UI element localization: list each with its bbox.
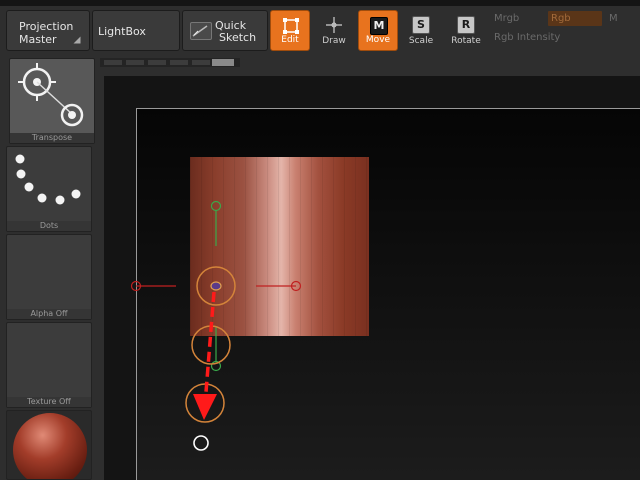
move-mode-label: Move <box>365 35 391 45</box>
scale-mode-button[interactable]: S Scale <box>401 10 441 51</box>
draw-mode-label: Draw <box>322 36 346 46</box>
lightbox-label: LightBox <box>98 25 146 38</box>
draw-mode-button[interactable]: Draw <box>314 10 354 51</box>
texture-label: Texture Off <box>7 397 91 407</box>
move-icon: M <box>370 17 388 35</box>
scroll-thumb[interactable] <box>212 59 234 66</box>
edit-mode-button[interactable]: Edit <box>270 10 310 51</box>
quick-sketch-label-line2: Sketch <box>219 31 257 44</box>
move-mode-button[interactable]: M Move <box>358 10 398 51</box>
rotate-mode-button[interactable]: R Rotate <box>446 10 486 51</box>
mesh-object[interactable] <box>190 157 369 336</box>
edit-mode-label: Edit <box>281 35 299 45</box>
rgb-toggle[interactable]: Rgb <box>548 11 602 26</box>
rgb-intensity-slider[interactable]: Rgb Intensity <box>494 32 560 43</box>
mrgb-toggle[interactable]: Mrgb <box>494 13 519 24</box>
material-sphere-icon <box>13 413 87 479</box>
top-status-bar <box>0 0 640 6</box>
scale-mode-label: Scale <box>408 36 434 46</box>
lightbox-button[interactable]: LightBox <box>92 10 180 51</box>
shelf-scroll-strip[interactable] <box>100 58 240 67</box>
projection-master-label-line2: Master <box>19 33 57 46</box>
transpose-label: Transpose <box>10 133 94 143</box>
dots-icon <box>15 154 81 205</box>
projection-master-button[interactable]: Projection Master <box>6 10 90 51</box>
sketch-icon <box>190 22 212 40</box>
edit-icon <box>282 17 300 35</box>
gizmo-center-handle[interactable] <box>210 281 222 291</box>
rotate-mode-label: Rotate <box>451 36 481 46</box>
dots-stroke-slot[interactable]: Dots <box>6 146 92 232</box>
dots-label: Dots <box>7 221 91 231</box>
projection-master-label-line1: Projection <box>19 20 74 33</box>
m-toggle[interactable]: M <box>609 13 618 24</box>
transpose-brush-slot[interactable]: Transpose <box>9 58 95 144</box>
material-slot[interactable] <box>6 410 92 480</box>
texture-slot[interactable]: Texture Off <box>6 322 92 408</box>
scale-icon: S <box>412 16 430 34</box>
quick-sketch-button[interactable]: Quick Sketch <box>182 10 268 51</box>
alpha-slot[interactable]: Alpha Off <box>6 234 92 320</box>
alpha-label: Alpha Off <box>7 309 91 319</box>
rotate-icon: R <box>457 16 475 34</box>
draw-icon <box>325 16 343 34</box>
corner-triangle-icon <box>73 36 81 44</box>
transpose-icon <box>18 63 84 127</box>
color-mode-controls: Mrgb Rgb M Rgb Intensity <box>494 10 640 50</box>
